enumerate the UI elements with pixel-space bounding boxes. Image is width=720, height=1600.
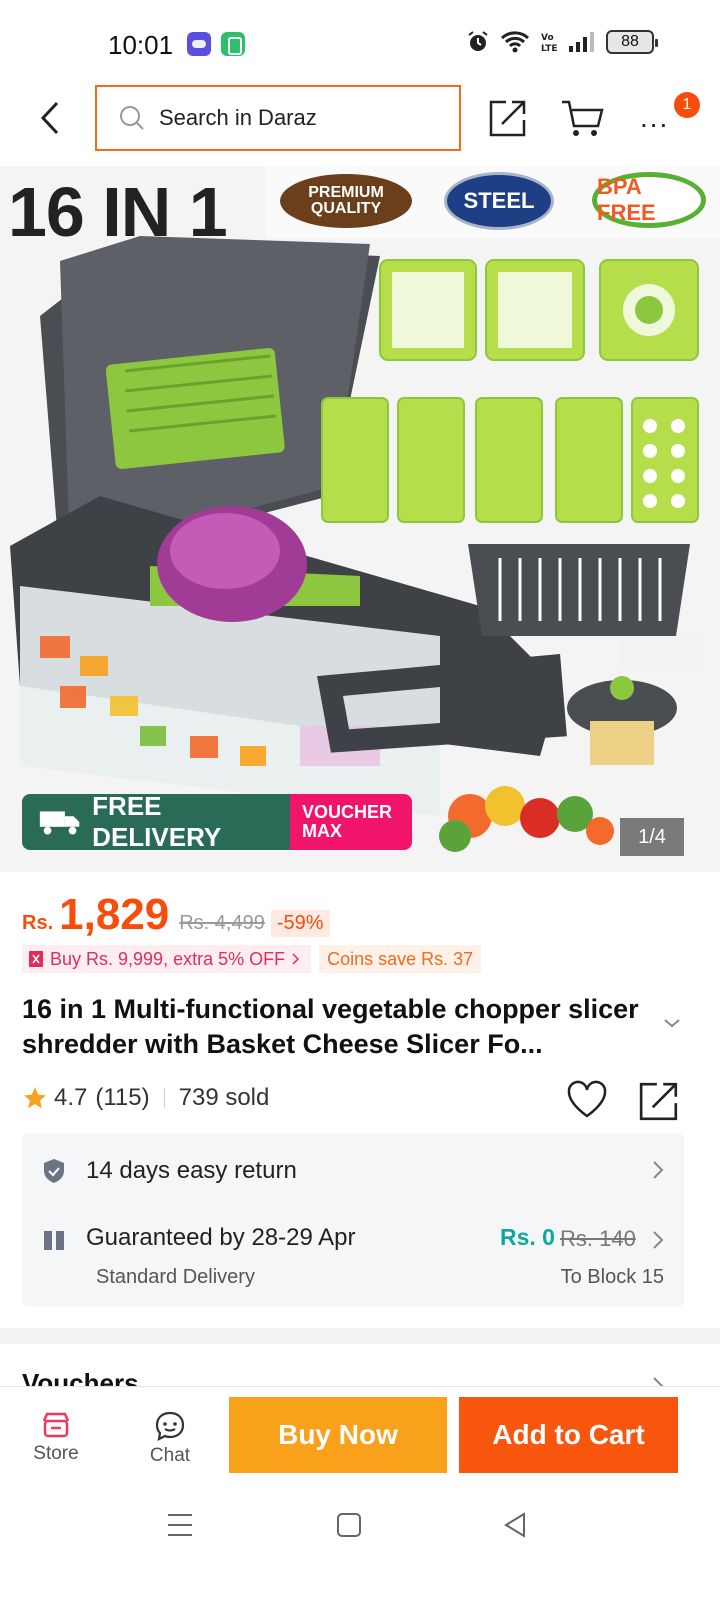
voucher-max-label: MAX	[302, 821, 342, 841]
voucher-max-banner: VOUCHER MAX	[290, 794, 412, 850]
delivery-guarantee-label: Guaranteed by 28-29 Apr	[86, 1224, 356, 1251]
wifi-icon	[500, 31, 530, 53]
sold-count: 739 sold	[178, 1084, 270, 1111]
weather-app-icon	[187, 32, 211, 56]
home-square-icon	[337, 1513, 361, 1537]
status-icons: Vo LTE 88	[466, 30, 658, 54]
spend-offer-label: Buy Rs. 9,999, extra 5% OFF	[50, 948, 286, 969]
rating-divider	[163, 1088, 165, 1108]
chat-button[interactable]: Chat	[140, 1411, 200, 1467]
return-policy-label: 14 days easy return	[86, 1157, 297, 1184]
coins-label: Coins save Rs. 37	[327, 948, 474, 969]
top-nav: Search in Daraz ... 1	[0, 84, 720, 154]
share-icon	[489, 100, 526, 137]
rating-row[interactable]: 4.7 (115) 739 sold	[22, 1084, 269, 1112]
store-button[interactable]: Store	[26, 1411, 86, 1465]
cart-icon	[562, 100, 604, 136]
system-nav-bar	[0, 1486, 720, 1600]
return-policy-row[interactable]: 14 days easy return	[42, 1154, 664, 1188]
store-icon	[42, 1412, 70, 1438]
battery-icon: 88	[606, 30, 658, 54]
search-placeholder: Search in Daraz	[159, 105, 317, 130]
product-image-gallery[interactable]: 16 IN 1 PREMIUM QUALITY STEEL BPA FREE F…	[0, 166, 720, 872]
discount-badge: -59%	[270, 910, 330, 937]
gallery-headline: 16 IN 1	[8, 173, 228, 251]
current-price: 1,829	[59, 890, 170, 939]
delivery-fee-original: Rs. 140	[560, 1226, 636, 1251]
menu-icon	[168, 1514, 192, 1536]
product-photo	[10, 166, 720, 852]
delivery-type-label: Standard Delivery	[96, 1266, 255, 1288]
chevron-right-icon	[292, 953, 300, 965]
steel-blades-badge: STEEL	[444, 172, 554, 230]
bpa-free-badge: BPA FREE	[592, 172, 706, 228]
voucher-icon	[29, 951, 43, 967]
back-button[interactable]	[30, 98, 70, 138]
image-counter: 1/4	[620, 818, 684, 856]
signal-icon	[569, 32, 594, 52]
home-button[interactable]	[336, 1512, 362, 1543]
rating-value: 4.7	[54, 1084, 88, 1111]
delivery-location: To Block 15	[560, 1266, 664, 1288]
wishlist-button[interactable]	[566, 1080, 608, 1125]
price-currency: Rs.	[22, 912, 54, 934]
product-title: 16 in 1 Multi-functional vegetable chopp…	[22, 994, 639, 1059]
search-input[interactable]: Search in Daraz	[95, 85, 461, 151]
chevron-right-icon	[653, 1231, 664, 1249]
delivery-truck-icon	[39, 811, 80, 835]
section-divider	[0, 1328, 720, 1344]
service-card: 14 days easy return Guaranteed by 28-29 …	[22, 1134, 684, 1306]
chevron-down-icon	[664, 1019, 680, 1028]
spend-offer-tag[interactable]: Buy Rs. 9,999, extra 5% OFF	[22, 945, 312, 973]
original-price: Rs. 4,499	[179, 912, 265, 934]
search-icon	[120, 106, 144, 130]
voucher-label: VOUCHER	[302, 802, 393, 823]
heart-icon	[567, 1080, 607, 1118]
free-delivery-banner: FREE DELIVERY	[22, 794, 290, 850]
cart-badge: 1	[674, 92, 700, 118]
recent-apps-button[interactable]	[166, 1512, 194, 1543]
share-button[interactable]	[488, 98, 528, 143]
back-triangle-icon	[504, 1512, 525, 1538]
review-count: (115)	[95, 1084, 150, 1111]
price-row: Rs. 1,829 Rs. 4,499 -59%	[22, 890, 330, 940]
add-to-cart-button[interactable]: Add to Cart	[459, 1397, 678, 1473]
chat-label: Chat	[149, 1445, 191, 1466]
status-time: 10:01	[108, 30, 174, 60]
buy-now-button[interactable]: Buy Now	[229, 1397, 447, 1473]
delivery-fee: Rs. 0	[500, 1224, 555, 1250]
premium-quality-badge: PREMIUM QUALITY	[280, 174, 412, 228]
security-app-icon	[221, 32, 245, 56]
star-icon	[24, 1087, 46, 1109]
chat-icon	[155, 1411, 185, 1441]
more-menu-button[interactable]: ...	[640, 102, 669, 134]
share-icon	[639, 1082, 678, 1121]
promotions-row: Buy Rs. 9,999, extra 5% OFF Coins save R…	[22, 945, 482, 973]
expand-title-button[interactable]	[662, 1016, 682, 1034]
chevron-right-icon	[653, 1161, 664, 1179]
volte-icon: VoLTE	[541, 33, 558, 54]
shield-icon	[44, 1159, 64, 1183]
bottom-action-bar: Store Chat Buy Now Add to Cart	[0, 1386, 720, 1486]
back-arrow-icon	[40, 101, 59, 135]
svg-text:Vo: Vo	[541, 33, 554, 43]
status-bar: 10:01 Vo LTE 88	[0, 0, 720, 84]
svg-text:LTE: LTE	[541, 44, 558, 54]
store-label: Store	[33, 1443, 79, 1464]
package-icon	[44, 1231, 64, 1250]
product-share-button[interactable]	[638, 1080, 680, 1127]
promo-banner: FREE DELIVERY VOUCHER MAX	[22, 794, 412, 850]
system-back-button[interactable]	[502, 1512, 528, 1543]
coins-tag: Coins save Rs. 37	[319, 945, 482, 973]
cart-button[interactable]	[560, 98, 604, 143]
free-delivery-label: FREE DELIVERY	[92, 794, 222, 850]
alarm-icon	[468, 31, 488, 51]
